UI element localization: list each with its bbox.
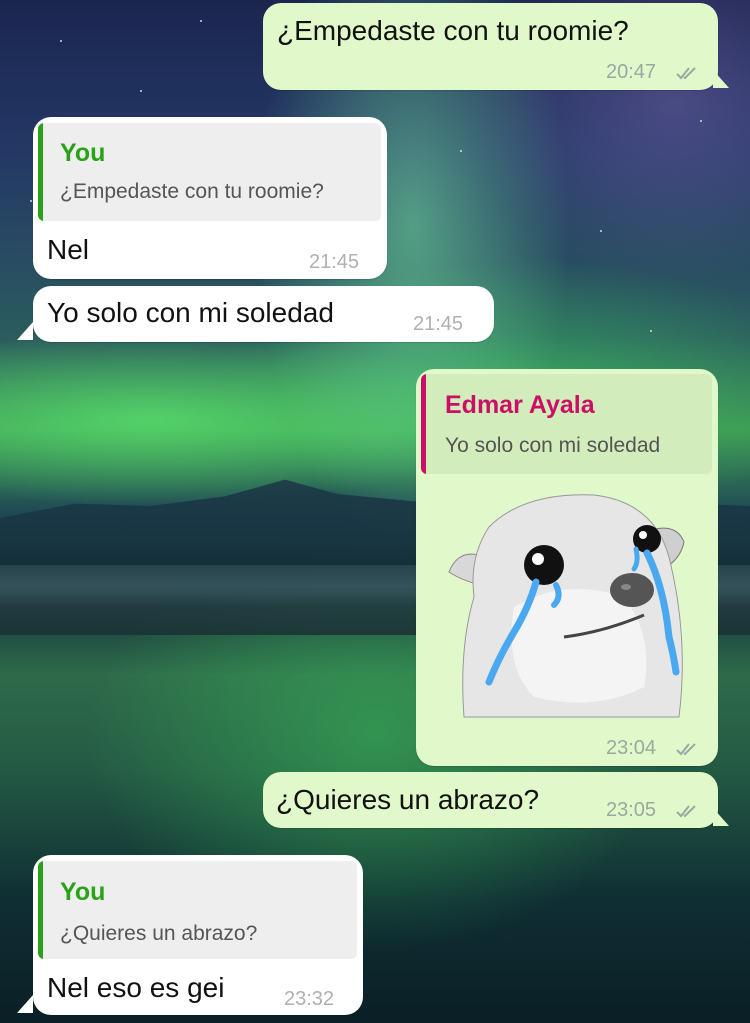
star — [460, 150, 462, 152]
reply-quote-author: You — [60, 139, 106, 167]
reply-quote[interactable]: Edmar Ayala Yo solo con mi soledad — [421, 374, 712, 474]
message-text: ¿Quieres un abrazo? — [276, 784, 540, 815]
message-time: 23:32 — [284, 988, 335, 1010]
crying-chihuahua-sticker[interactable] — [444, 487, 694, 727]
message-text: Nel eso es gei — [47, 972, 225, 1003]
message-time: 21:45 — [309, 251, 360, 273]
star — [200, 20, 202, 22]
double-check-icon — [676, 67, 696, 80]
message-time: 20:47 — [606, 61, 657, 83]
reply-quote-text: Yo solo con mi soledad — [445, 434, 661, 457]
message-text: Nel — [47, 234, 90, 265]
star — [30, 200, 32, 202]
double-check-icon — [676, 805, 696, 818]
message-text: Yo solo con mi soledad — [47, 297, 334, 328]
star — [600, 230, 602, 232]
message-time: 23:05 — [606, 799, 657, 821]
reply-quote-text: ¿Quieres un abrazo? — [60, 922, 258, 945]
message-bubble-incoming[interactable]: You ¿Empedaste con tu roomie? Nel 21:45 — [33, 117, 387, 279]
reply-quote-bar — [38, 123, 43, 221]
reply-quote[interactable]: You ¿Quieres un abrazo? — [38, 861, 357, 959]
reply-quote[interactable]: You ¿Empedaste con tu roomie? — [38, 123, 381, 221]
star — [650, 330, 652, 332]
message-bubble-incoming[interactable]: Yo solo con mi soledad 21:45 — [33, 286, 494, 342]
reply-quote-author: Edmar Ayala — [445, 391, 595, 419]
reply-quote-author: You — [60, 878, 106, 906]
message-time: 21:45 — [413, 313, 464, 335]
message-text: ¿Empedaste con tu roomie? — [277, 15, 629, 46]
reply-quote-bar — [38, 861, 43, 959]
message-bubble-incoming[interactable]: You ¿Quieres un abrazo? Nel eso es gei 2… — [33, 855, 363, 1015]
reply-quote-bar — [421, 374, 426, 474]
message-bubble-outgoing[interactable]: ¿Quieres un abrazo? 23:05 — [263, 772, 718, 828]
message-bubble-outgoing[interactable]: ¿Empedaste con tu roomie? 20:47 — [263, 3, 718, 90]
message-bubble-outgoing[interactable]: Edmar Ayala Yo solo con mi soledad 23:04 — [416, 369, 718, 766]
star — [60, 40, 62, 42]
star — [140, 90, 142, 92]
double-check-icon — [676, 743, 696, 756]
star — [700, 120, 702, 122]
message-time: 23:04 — [606, 737, 657, 759]
reply-quote-text: ¿Empedaste con tu roomie? — [60, 180, 324, 203]
